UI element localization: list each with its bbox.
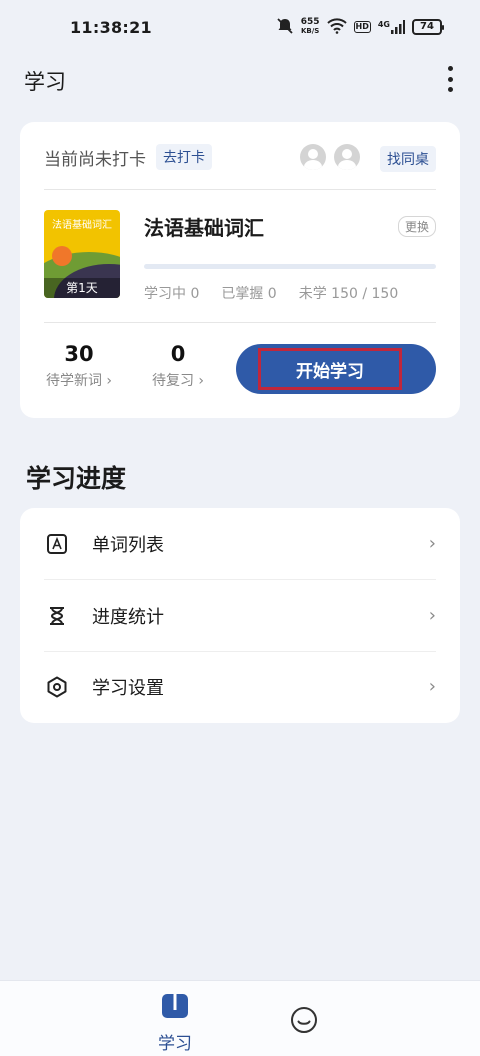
progress-menu: 单词列表 › 进度统计 › 学习设置 ›	[20, 508, 460, 723]
top-bar: 学习	[0, 58, 480, 102]
page-title: 学习	[24, 70, 66, 94]
bottom-tab-bar: 学习	[0, 980, 480, 1056]
network-type-label: 4G	[377, 20, 390, 29]
menu-item-label: 进度统计	[92, 606, 164, 628]
wifi-icon	[326, 17, 347, 37]
checkin-status: 当前尚未打卡	[44, 149, 146, 170]
hd-badge: HD	[353, 21, 371, 33]
menu-item-word-list[interactable]: 单词列表 ›	[20, 508, 460, 579]
hourglass-icon	[46, 605, 68, 627]
smile-icon	[289, 1007, 319, 1039]
review-words-label: 待复习 ›	[151, 373, 205, 389]
stat-learning: 学习中 0	[144, 286, 200, 302]
net-speed-indicator: 655 KB/S	[301, 18, 320, 36]
more-options-icon[interactable]	[446, 66, 454, 92]
stat-unlearned: 未学 150 / 150	[298, 286, 399, 302]
net-speed-value: 655	[300, 17, 320, 27]
tab-study-label: 学习	[158, 1034, 192, 1054]
divider	[44, 322, 436, 323]
new-words-counter[interactable]: 30 待学新词 ›	[42, 342, 116, 390]
tab-study[interactable]: 学习	[145, 993, 205, 1054]
net-speed-unit: KB/S	[300, 27, 320, 35]
cover-title: 法语基础词汇	[52, 220, 112, 231]
change-book-button[interactable]: 更换	[397, 216, 436, 237]
section-title: 学习进度	[26, 464, 127, 493]
chevron-right-icon: ›	[428, 533, 436, 554]
review-words-counter[interactable]: 0 待复习 ›	[150, 342, 206, 390]
word-list-icon	[46, 533, 68, 555]
battery-indicator: 74	[412, 19, 444, 35]
study-card: 当前尚未打卡 去打卡 找同桌 法语基础词汇 第1天 法语基础词汇 更换 学习中 …	[20, 122, 460, 418]
book-name: 法语基础词汇	[144, 216, 264, 240]
menu-item-label: 单词列表	[92, 534, 164, 556]
find-buddy-button[interactable]: 找同桌	[380, 146, 436, 172]
status-time: 11:38:21	[70, 17, 152, 37]
status-bar: 11:38:21 655 KB/S HD 4G 74	[0, 0, 480, 54]
cover-day-label: 第1天	[44, 278, 120, 298]
avatar[interactable]	[334, 144, 360, 170]
menu-item-study-settings[interactable]: 学习设置 ›	[20, 651, 460, 722]
stat-mastered: 已掌握 0	[221, 286, 277, 302]
chevron-right-icon: ›	[428, 676, 436, 697]
progress-bar	[144, 264, 436, 269]
checkin-button[interactable]: 去打卡	[156, 144, 212, 170]
divider	[44, 189, 436, 190]
tab-profile[interactable]	[289, 1005, 319, 1035]
bell-muted-icon	[276, 17, 294, 38]
book-icon	[161, 993, 189, 1023]
start-study-label: 开始学习	[258, 348, 402, 390]
cellular-signal-icon: 4G	[378, 20, 405, 34]
checkin-row: 当前尚未打卡 去打卡 找同桌	[44, 142, 436, 172]
status-icons: 655 KB/S HD 4G 74	[276, 17, 444, 38]
avatar[interactable]	[300, 144, 326, 170]
stats-row: 学习中 0 已掌握 0 未学 150 / 150	[144, 283, 398, 303]
menu-item-label: 学习设置	[92, 677, 164, 699]
new-words-count: 30	[64, 342, 94, 366]
new-words-label: 待学新词 ›	[45, 373, 113, 389]
cover-sun-shape	[52, 246, 72, 266]
start-study-button[interactable]: 开始学习	[236, 344, 436, 394]
chevron-right-icon: ›	[428, 605, 436, 626]
book-cover[interactable]: 法语基础词汇 第1天	[44, 210, 120, 298]
menu-item-progress-stats[interactable]: 进度统计 ›	[20, 580, 460, 651]
review-words-count: 0	[170, 342, 186, 366]
settings-hexagon-icon	[46, 676, 68, 698]
